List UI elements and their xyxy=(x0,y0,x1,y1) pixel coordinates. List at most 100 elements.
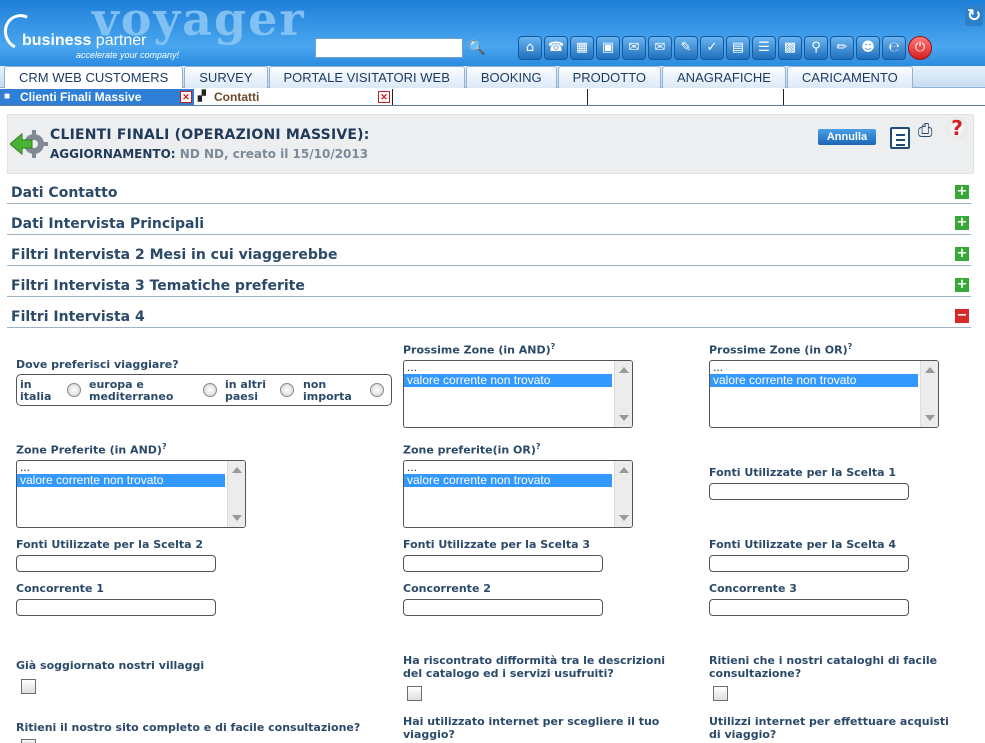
section-label: Filtri Intervista 3 Tematiche preferite xyxy=(11,278,305,294)
print-icon[interactable]: ⎙ xyxy=(918,121,938,141)
radio-italia[interactable] xyxy=(67,383,81,397)
checklist-icon[interactable]: ✓ xyxy=(700,36,724,60)
back-gear-icon[interactable] xyxy=(10,127,50,161)
pen-icon[interactable]: ✎ xyxy=(674,36,698,60)
document-list-icon[interactable] xyxy=(890,127,910,149)
expand-icon[interactable]: + xyxy=(955,247,969,261)
section-dati-contatto[interactable]: Dati Contatto + xyxy=(7,182,971,204)
scroll-up-icon[interactable] xyxy=(619,367,629,373)
page-subtitle: AGGIORNAMENTO: ND ND, creato il 15/10/20… xyxy=(50,147,368,161)
fonti1-input[interactable] xyxy=(709,483,909,500)
phone-icon[interactable]: ☎ xyxy=(544,36,568,60)
expand-icon[interactable]: + xyxy=(955,278,969,292)
radio-label-line: importa xyxy=(303,390,352,403)
scroll-up-icon[interactable] xyxy=(619,467,629,473)
concorrente3-input[interactable] xyxy=(709,599,909,616)
radio-non-importa[interactable] xyxy=(370,383,384,397)
close-icon[interactable]: ✕ xyxy=(180,91,192,103)
cataloghi-checkbox[interactable] xyxy=(713,686,728,701)
nav-tab-prodotto[interactable]: PRODOTTO xyxy=(557,66,662,88)
concorrente3-label: Concorrente 3 xyxy=(709,582,797,595)
briefcase-icon[interactable]: ▤ xyxy=(726,36,750,60)
zone-pref-or-label: Zone preferite(in OR)? xyxy=(403,442,541,457)
fonti4-label: Fonti Utilizzate per la Scelta 4 xyxy=(709,538,897,551)
prossime-or-listbox[interactable]: ... valore corrente non trovato xyxy=(709,360,939,428)
scrollbar[interactable] xyxy=(920,361,938,427)
document-list-icon[interactable]: ☰ xyxy=(752,36,776,60)
scroll-down-icon[interactable] xyxy=(232,515,242,521)
fonti3-input[interactable] xyxy=(403,555,603,572)
section-label: Dati Intervista Principali xyxy=(11,216,205,232)
difformita-checkbox[interactable] xyxy=(407,686,422,701)
label-line: del catalogo ed i servizi usufruiti? xyxy=(403,667,614,680)
help-sup: ? xyxy=(161,442,167,451)
calendar-icon[interactable]: ▣ xyxy=(596,36,620,60)
zone-pref-or-listbox[interactable]: ... valore corrente non trovato xyxy=(403,460,633,528)
gia-soggiornato-checkbox[interactable] xyxy=(21,679,36,694)
expand-icon[interactable]: + xyxy=(955,185,969,199)
magnifier-icon[interactable]: ⚲ xyxy=(804,36,828,60)
section-filtri-intervista-3[interactable]: Filtri Intervista 3 Tematiche preferite … xyxy=(7,275,971,297)
refresh-icon[interactable]: ↻ xyxy=(965,6,983,26)
radio-label-line: mediterraneo xyxy=(89,390,174,403)
help-sup: ? xyxy=(550,342,556,351)
calendar-add-icon[interactable]: ▦ xyxy=(570,36,594,60)
list-option-selected[interactable]: valore corrente non trovato xyxy=(710,374,918,387)
concorrente1-input[interactable] xyxy=(16,599,216,616)
list-option-selected[interactable]: valore corrente non trovato xyxy=(404,374,612,387)
home-icon[interactable]: ⌂ xyxy=(518,36,542,60)
scroll-down-icon[interactable] xyxy=(619,515,629,521)
mail-out-icon[interactable]: ✉ xyxy=(648,36,672,60)
section-filtri-intervista-4[interactable]: Filtri Intervista 4 − xyxy=(7,306,971,328)
nav-tab-survey[interactable]: SURVEY xyxy=(184,66,268,88)
section-label: Filtri Intervista 2 Mesi in cui viaggere… xyxy=(11,247,338,263)
close-icon[interactable]: ✕ xyxy=(378,91,390,103)
scroll-down-icon[interactable] xyxy=(925,415,935,421)
list-option-selected[interactable]: valore corrente non trovato xyxy=(404,474,612,487)
scroll-down-icon[interactable] xyxy=(619,415,629,421)
help-icon[interactable]: ? xyxy=(946,117,968,139)
section-label: Filtri Intervista 4 xyxy=(11,309,145,325)
scroll-up-icon[interactable] xyxy=(232,467,242,473)
zone-pref-and-listbox[interactable]: ... valore corrente non trovato xyxy=(16,460,246,528)
scrollbar[interactable] xyxy=(614,461,632,527)
nav-tab-anagrafiche[interactable]: ANAGRAFICHE xyxy=(662,66,786,88)
doc-tab-contatti[interactable]: ▞ Contatti ✕ xyxy=(194,89,392,105)
doc-tab-label: Contatti xyxy=(214,90,260,104)
scroll-up-icon[interactable] xyxy=(925,367,935,373)
collapse-icon[interactable]: − xyxy=(955,309,969,323)
nav-tab-crm-web-customers[interactable]: CRM WEB CUSTOMERS xyxy=(4,66,184,88)
scrollbar[interactable] xyxy=(614,361,632,427)
fonti4-input[interactable] xyxy=(709,555,909,572)
mail-in-icon[interactable]: ✉ xyxy=(622,36,646,60)
cataloghi-label: Ritieni che i nostri cataloghi di facile… xyxy=(709,654,937,680)
fonti2-input[interactable] xyxy=(16,555,216,572)
doc-tab-clienti-finali-massive[interactable]: ■ Clienti Finali Massive ✕ xyxy=(0,89,194,105)
page-header-panel: CLIENTI FINALI (OPERAZIONI MASSIVE): AGG… xyxy=(7,114,974,174)
prossime-and-listbox[interactable]: ... valore corrente non trovato xyxy=(403,360,633,428)
concorrente2-label: Concorrente 2 xyxy=(403,582,491,595)
radio-altri-paesi[interactable] xyxy=(280,383,294,397)
section-filtri-intervista-2[interactable]: Filtri Intervista 2 Mesi in cui viaggere… xyxy=(7,244,971,266)
nav-tab-portale-visitatori-web[interactable]: PORTALE VISITATORI WEB xyxy=(268,66,465,88)
search-icon[interactable]: 🔍 xyxy=(467,38,487,58)
power-icon[interactable]: ⏻ xyxy=(908,36,932,60)
radio-label-italia: in italia xyxy=(20,379,51,403)
users-icon[interactable]: ☻ xyxy=(856,36,880,60)
expand-icon[interactable]: + xyxy=(955,216,969,230)
nav-tab-booking[interactable]: BOOKING xyxy=(465,66,557,88)
internet-icon[interactable]: ℮ xyxy=(882,36,906,60)
label-text: Zone Preferite (in AND) xyxy=(16,443,162,457)
label-text: Prossime Zone (in OR) xyxy=(709,343,848,357)
sito-checkbox[interactable] xyxy=(21,739,36,743)
search-input[interactable] xyxy=(315,38,463,58)
list-option-selected[interactable]: valore corrente non trovato xyxy=(17,474,225,487)
scrollbar[interactable] xyxy=(227,461,245,527)
annulla-button[interactable]: Annulla xyxy=(818,129,876,145)
section-dati-intervista-principali[interactable]: Dati Intervista Principali + xyxy=(7,213,971,235)
radio-europa[interactable] xyxy=(203,383,217,397)
concorrente2-input[interactable] xyxy=(403,599,603,616)
edit-icon[interactable]: ✏ xyxy=(830,36,854,60)
nav-tab-caricamento[interactable]: CARICAMENTO xyxy=(786,66,913,88)
calculator-icon[interactable]: ▩ xyxy=(778,36,802,60)
